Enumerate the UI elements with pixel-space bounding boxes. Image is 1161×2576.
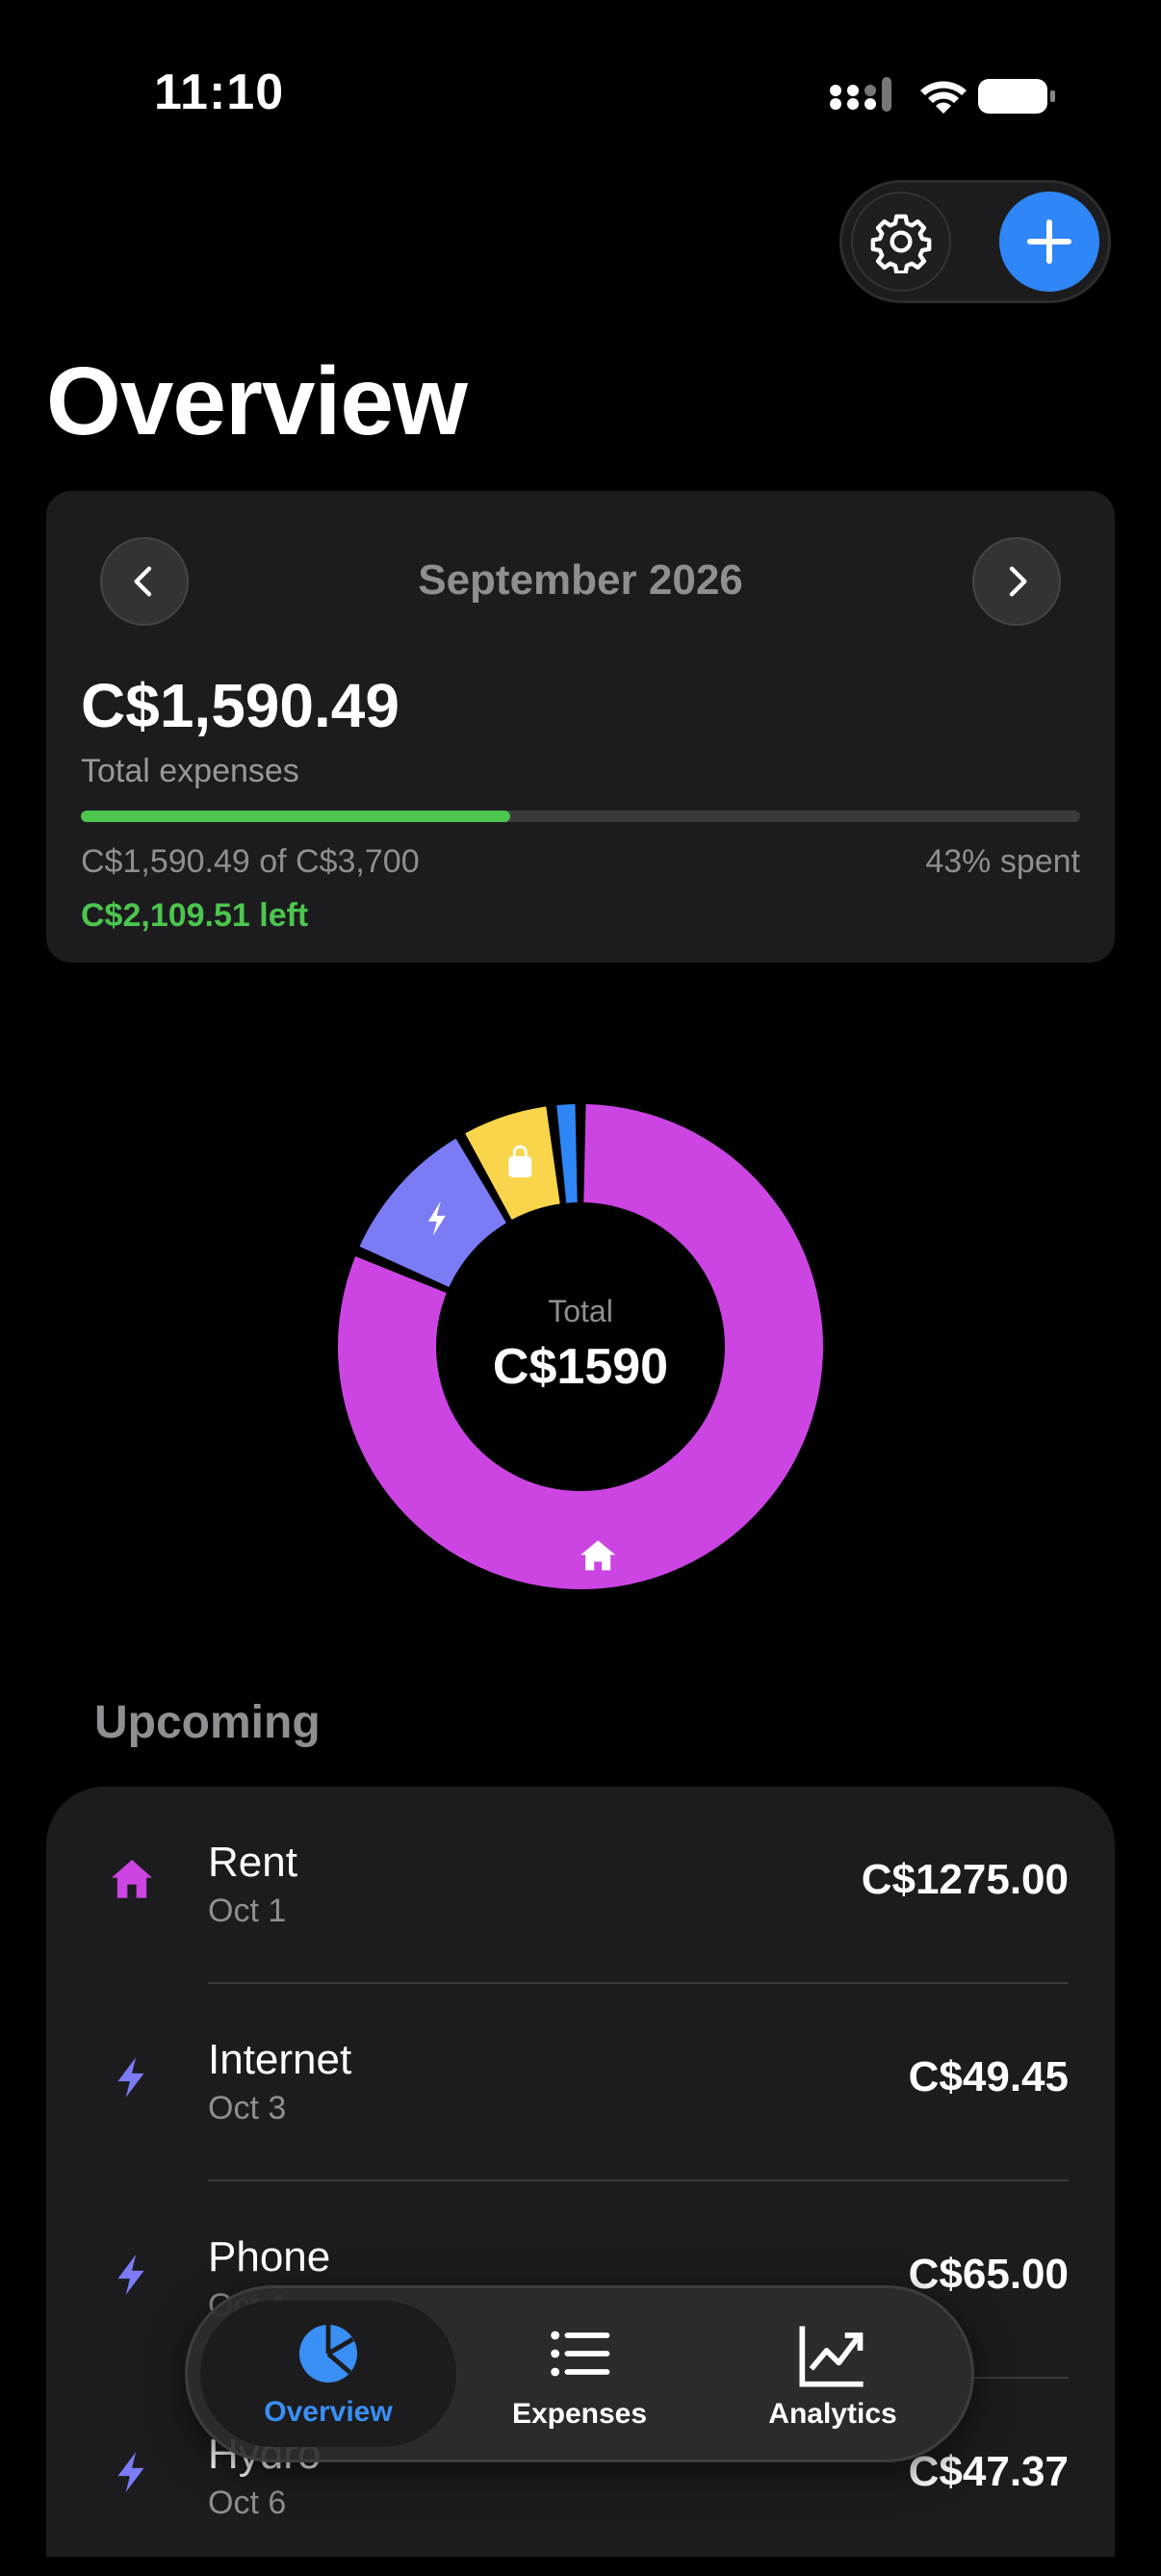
tab-analytics[interactable]: Analytics	[712, 2301, 953, 2447]
budget-progress-fill	[81, 811, 511, 822]
bolt-icon	[100, 2243, 164, 2306]
spent-percentage: 43% spent	[925, 843, 1080, 880]
item-amount: C$1275.00	[861, 1856, 1069, 1903]
list-icon	[551, 2331, 610, 2377]
donut-total-label: Total	[548, 1294, 613, 1328]
item-amount: C$49.45	[908, 2053, 1069, 2100]
total-expenses-amount: C$1,590.49	[81, 671, 400, 740]
cellular-icon	[830, 77, 891, 112]
tab-label: Overview	[264, 2396, 393, 2428]
pie-chart-icon	[299, 2325, 357, 2383]
item-name: Rent	[208, 1839, 297, 1886]
item-name: Internet	[208, 2036, 352, 2083]
bolt-icon	[100, 2046, 164, 2109]
gear-icon	[870, 214, 932, 273]
plus-icon	[1027, 219, 1071, 264]
remaining-budget: C$2,109.51 left	[81, 897, 309, 934]
item-amount: C$65.00	[908, 2251, 1069, 2298]
tab-expenses[interactable]: Expenses	[464, 2301, 695, 2447]
next-month-button[interactable]	[972, 537, 1061, 626]
chart-line-icon	[799, 2326, 864, 2387]
chevron-right-icon	[1009, 566, 1027, 597]
total-expenses-label: Total expenses	[81, 753, 299, 789]
month-summary-card: September 2026 C$1,590.49 Total expenses…	[46, 491, 1115, 963]
donut-segment-other[interactable]	[556, 1104, 578, 1203]
tab-label: Analytics	[768, 2398, 897, 2430]
settings-button[interactable]	[851, 192, 951, 292]
budget-text: C$1,590.49 of C$3,700	[81, 843, 420, 880]
budget-progress-bar	[81, 811, 1080, 822]
battery-icon	[978, 79, 1055, 114]
item-amount: C$47.37	[908, 2448, 1069, 2495]
item-date: Oct 1	[208, 1893, 287, 1929]
wifi-icon	[920, 81, 967, 114]
item-name: Phone	[208, 2233, 331, 2280]
tab-overview[interactable]: Overview	[200, 2301, 456, 2447]
upcoming-item-internet[interactable]: Internet Oct 3 C$49.45	[46, 1984, 1115, 2181]
add-expense-button[interactable]	[999, 192, 1099, 292]
status-time: 11:10	[154, 64, 285, 120]
bolt-icon	[100, 2440, 164, 2504]
month-label: September 2026	[418, 556, 743, 604]
item-date: Oct 6	[208, 2485, 287, 2521]
item-date: Oct 3	[208, 2090, 287, 2126]
donut-total-value: C$1590	[492, 1339, 669, 1395]
upcoming-section-title: Upcoming	[94, 1697, 321, 1748]
upcoming-item-rent[interactable]: Rent Oct 1 C$1275.00	[46, 1787, 1115, 1984]
status-icons	[830, 77, 1055, 114]
home-icon	[100, 1848, 164, 1912]
tab-bar: Overview Expenses Analytics	[185, 2285, 974, 2462]
page-title: Overview	[46, 348, 468, 455]
top-actions	[839, 180, 1111, 303]
tab-label: Expenses	[511, 2398, 648, 2430]
